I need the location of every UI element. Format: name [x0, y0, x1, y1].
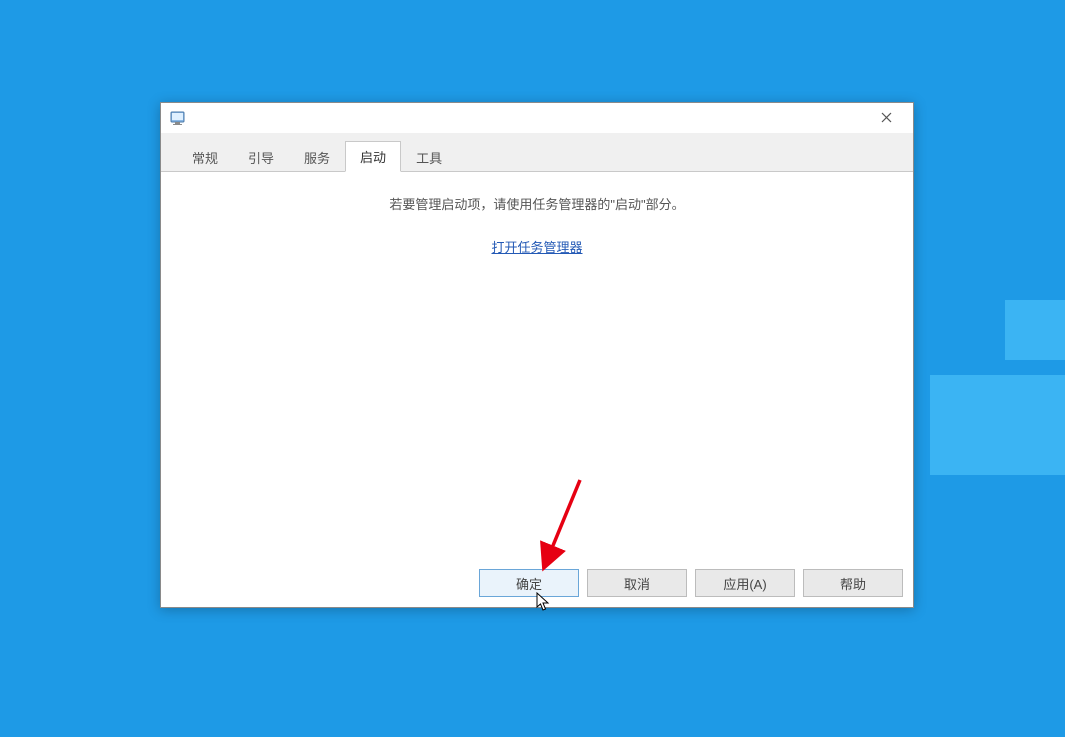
apply-button[interactable]: 应用(A) — [695, 569, 795, 597]
desktop-light-band — [1005, 300, 1065, 360]
button-label: 取消 — [624, 574, 650, 593]
tab-label: 常规 — [192, 151, 218, 166]
titlebar[interactable] — [161, 103, 913, 133]
msconfig-icon — [169, 109, 187, 127]
desktop-light-band — [930, 375, 1065, 475]
msconfig-window: 常规 引导 服务 启动 工具 若要管理启动项，请使用任务管理器的"启动"部分。 … — [160, 102, 914, 608]
tab-startup[interactable]: 启动 — [345, 141, 401, 172]
tab-services[interactable]: 服务 — [289, 142, 345, 172]
close-button[interactable] — [865, 105, 907, 131]
dialog-button-row: 确定 取消 应用(A) 帮助 — [479, 569, 903, 597]
tab-tools[interactable]: 工具 — [401, 142, 457, 172]
tab-label: 引导 — [248, 151, 274, 166]
tab-general[interactable]: 常规 — [177, 142, 233, 172]
tabs-row: 常规 引导 服务 启动 工具 — [161, 133, 913, 171]
ok-button[interactable]: 确定 — [479, 569, 579, 597]
tab-content-startup: 若要管理启动项，请使用任务管理器的"启动"部分。 打开任务管理器 确定 取消 应… — [161, 171, 913, 607]
button-label: 确定 — [516, 574, 542, 593]
tab-boot[interactable]: 引导 — [233, 142, 289, 172]
cancel-button[interactable]: 取消 — [587, 569, 687, 597]
tab-label: 启动 — [360, 150, 386, 165]
tab-label: 工具 — [416, 151, 442, 166]
open-task-manager-link[interactable]: 打开任务管理器 — [491, 237, 582, 256]
button-label: 帮助 — [840, 574, 866, 593]
button-label: 应用(A) — [723, 574, 766, 593]
startup-info-text: 若要管理启动项，请使用任务管理器的"启动"部分。 — [321, 194, 753, 213]
tab-label: 服务 — [304, 151, 330, 166]
close-icon — [881, 111, 892, 126]
help-button[interactable]: 帮助 — [803, 569, 903, 597]
